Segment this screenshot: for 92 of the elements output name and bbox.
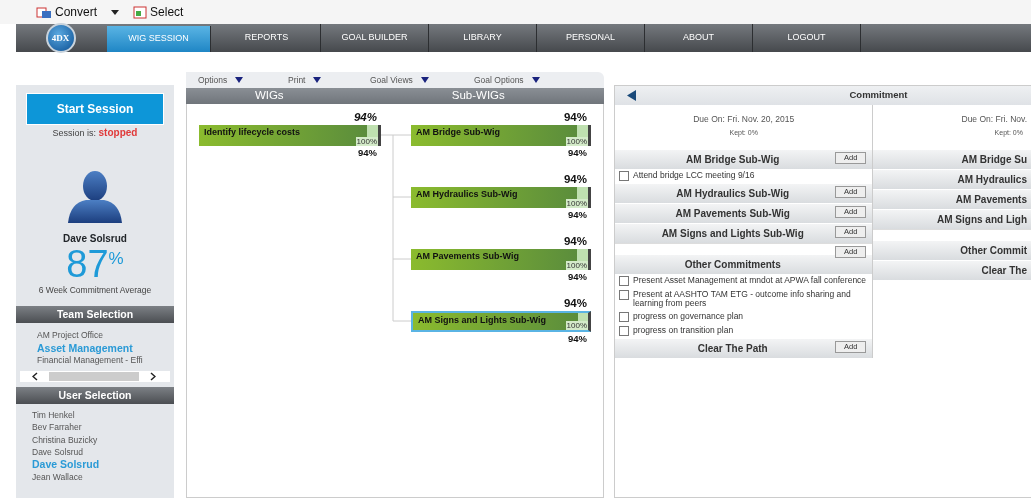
user-item[interactable]: Tim Henkel xyxy=(32,409,174,422)
section-header: Team Selection xyxy=(16,306,174,324)
logo[interactable]: 4DX xyxy=(45,23,76,53)
goal-bar[interactable]: AM Pavements Sub-Wig 100% xyxy=(411,249,591,270)
nav-tab[interactable]: PERSONAL xyxy=(537,24,645,52)
forecast-percent: 94% xyxy=(567,270,588,284)
menu-button[interactable]: Goal Options xyxy=(474,73,564,87)
caret-icon xyxy=(420,77,429,83)
checkbox[interactable] xyxy=(619,312,629,322)
section-title: AM Pavements Sub-Wig xyxy=(675,207,791,221)
actual-percent: 94% xyxy=(562,234,588,249)
column-header: WIGs xyxy=(253,88,285,104)
horizontal-scrollbar[interactable] xyxy=(20,371,170,383)
goal-name: Identify lifecycle costs xyxy=(204,126,301,139)
column-header: Sub-WIGs xyxy=(450,88,506,104)
checkbox[interactable] xyxy=(619,290,629,300)
menu-button[interactable]: Goal Views xyxy=(370,73,474,87)
goal-bar[interactable]: Identify lifecycle costs 100% xyxy=(199,125,381,146)
section-title: AM Signs and Ligh xyxy=(937,213,1027,227)
caret-icon xyxy=(313,77,322,83)
table-select-icon xyxy=(133,5,148,19)
due-date: Due On: Fri. Nov. xyxy=(960,113,1027,126)
actual-percent: 94% xyxy=(562,296,588,311)
nav-tab[interactable]: LOGOUT xyxy=(753,24,861,52)
actual-percent: 94% xyxy=(562,172,588,187)
checkbox[interactable] xyxy=(619,276,629,286)
target-percent: 100% xyxy=(565,199,588,208)
user-name: Dave Solsrud xyxy=(62,231,128,246)
actual-percent: 94% xyxy=(352,110,378,125)
panel-title: Commitment xyxy=(848,88,909,103)
user-item[interactable]: Dave Solsrud xyxy=(32,446,174,459)
section-title: AM Pavements xyxy=(955,193,1027,207)
forecast-percent: 94% xyxy=(567,146,588,160)
commitment-text: Present Asset Management at mndot at APWA fall conference xyxy=(633,276,867,285)
section-title: Other Commit xyxy=(960,244,1027,258)
section-title: Clear The xyxy=(981,264,1027,278)
forecast-percent: 94% xyxy=(567,208,588,222)
commitment-text: progress on transition plan xyxy=(633,326,734,335)
user-item[interactable]: Christina Buzicky xyxy=(32,433,174,447)
toolbar-button[interactable]: Convert xyxy=(34,3,100,21)
section-title: Other Commitments xyxy=(684,258,782,272)
goal-bar[interactable]: AM Hydraulics Sub-Wig 100% xyxy=(411,187,591,208)
nav-tab[interactable]: GOAL BUILDER xyxy=(321,24,429,52)
goal-bar[interactable]: AM Bridge Sub-Wig 100% xyxy=(411,125,591,146)
forecast-percent: 94% xyxy=(567,332,588,346)
section-title: AM Bridge Su xyxy=(961,153,1027,167)
goal-name: AM Bridge Sub-Wig xyxy=(416,126,500,139)
session-status: Session is: stopped xyxy=(51,126,139,140)
target-percent: 100% xyxy=(565,261,588,270)
section-title: AM Hydraulics Sub-Wig xyxy=(676,187,791,201)
target-percent: 100% xyxy=(355,137,378,146)
goal-name: AM Signs and Lights Sub-Wig xyxy=(418,314,546,327)
nav-tab[interactable]: ABOUT xyxy=(645,24,753,52)
goal-bar[interactable]: AM Signs and Lights Sub-Wig 100% xyxy=(411,311,591,332)
team-item[interactable]: Financial Management - Effi xyxy=(37,353,174,367)
section-title: Clear The Path xyxy=(697,342,769,356)
document-convert-icon xyxy=(36,5,52,19)
nav-tab[interactable]: REPORTS xyxy=(213,24,321,52)
chevron-left-icon xyxy=(32,372,38,382)
checkbox[interactable] xyxy=(619,326,629,336)
chevron-right-icon xyxy=(150,372,156,382)
nav-tab[interactable]: LIBRARY xyxy=(429,24,537,52)
score-value: 87 xyxy=(66,245,109,282)
caret-icon xyxy=(531,77,540,83)
commitment-text: progress on governance plan xyxy=(633,312,744,321)
forecast-percent: 94% xyxy=(357,146,378,160)
score-caption: 6 Week Commitment Average xyxy=(37,283,153,297)
goal-name: AM Pavements Sub-Wig xyxy=(416,250,519,263)
user-item[interactable]: Bev Farraher xyxy=(32,421,174,434)
section-title: AM Bridge Sub-Wig xyxy=(686,153,781,167)
section-header: User Selection xyxy=(16,387,174,405)
menu-button[interactable]: Options xyxy=(198,73,288,87)
dropdown-button[interactable] xyxy=(109,9,122,15)
checkbox[interactable] xyxy=(619,171,629,181)
goal-name: AM Hydraulics Sub-Wig xyxy=(416,188,518,201)
team-item[interactable]: AM Project Office xyxy=(37,329,174,342)
avatar-silhouette xyxy=(66,168,124,223)
section-title: AM Hydraulics xyxy=(957,173,1027,187)
due-date: Due On: Fri. Nov. 20, 2015 xyxy=(692,113,796,126)
menu-button[interactable]: Print xyxy=(288,73,370,87)
score-unit: % xyxy=(108,247,124,268)
target-percent: 100% xyxy=(565,321,588,330)
caret-icon xyxy=(235,77,244,83)
back-arrow-icon xyxy=(627,90,636,101)
section-title: AM Signs and Lights Sub-Wig xyxy=(661,227,805,241)
user-item[interactable]: Jean Wallace xyxy=(32,470,174,483)
caret-icon xyxy=(111,9,120,15)
actual-percent: 94% xyxy=(562,110,588,125)
target-percent: 100% xyxy=(565,137,588,146)
commitment-text: Attend bridge LCC meeting 9/16 xyxy=(633,171,755,180)
toolbar-button[interactable]: Select xyxy=(131,3,186,21)
commitment-text: Present at AASHTO TAM ETG - outcome info sharing and learning from peers xyxy=(633,290,852,308)
